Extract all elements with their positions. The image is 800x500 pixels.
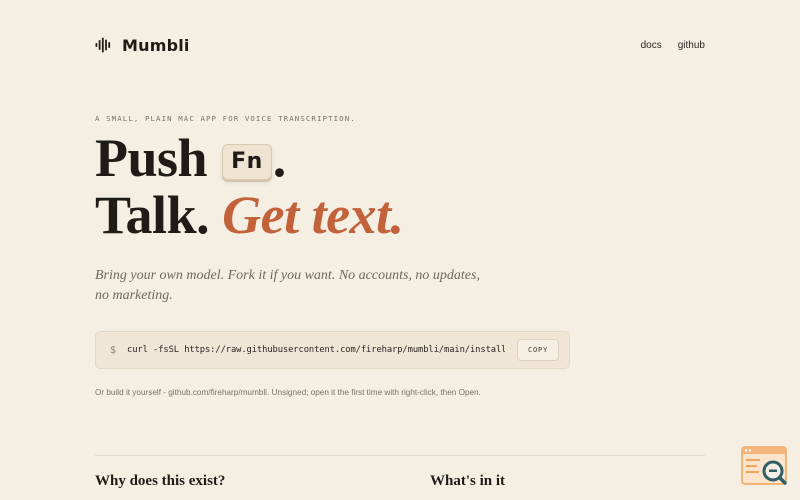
brand[interactable]: Mumbli — [95, 36, 190, 55]
headline-push: Push — [95, 128, 208, 188]
top-nav: docs github — [641, 40, 705, 51]
fn-key-badge: Fn — [222, 144, 272, 180]
hero-headline: Push Fn. Talk. Get text. — [95, 130, 404, 244]
nav-link-docs[interactable]: docs — [641, 40, 662, 51]
headline-period: . — [272, 128, 287, 188]
section-title-whats-in-it: What's in it — [430, 473, 506, 489]
copy-button[interactable]: COPY — [516, 339, 559, 361]
eyebrow-text: A SMALL, PLAIN MAC APP FOR VOICE TRANSCR… — [95, 114, 356, 123]
brand-name: Mumbli — [122, 35, 190, 55]
headline-line-2: Talk. Get text. — [95, 187, 404, 244]
headline-accent: Get text. — [222, 185, 404, 245]
build-note: Or build it yourself - github.com/fireha… — [95, 388, 481, 397]
waveform-icon — [95, 37, 111, 53]
site-header: Mumbli docs github — [95, 34, 705, 56]
headline-line-1: Push Fn. — [95, 130, 404, 187]
section-divider — [95, 455, 705, 456]
shell-prompt: $ — [110, 344, 117, 356]
hero-tagline: Bring your own model. Fork it if you wan… — [95, 268, 480, 303]
install-command[interactable]: curl -fsSL https://raw.githubusercontent… — [127, 345, 505, 355]
headline-talk: Talk. — [95, 185, 210, 245]
section-title-why: Why does this exist? — [95, 473, 226, 489]
nav-link-github[interactable]: github — [678, 40, 705, 51]
install-command-box: $ curl -fsSL https://raw.githubuserconte… — [95, 331, 570, 369]
search-window-icon[interactable] — [740, 446, 790, 488]
